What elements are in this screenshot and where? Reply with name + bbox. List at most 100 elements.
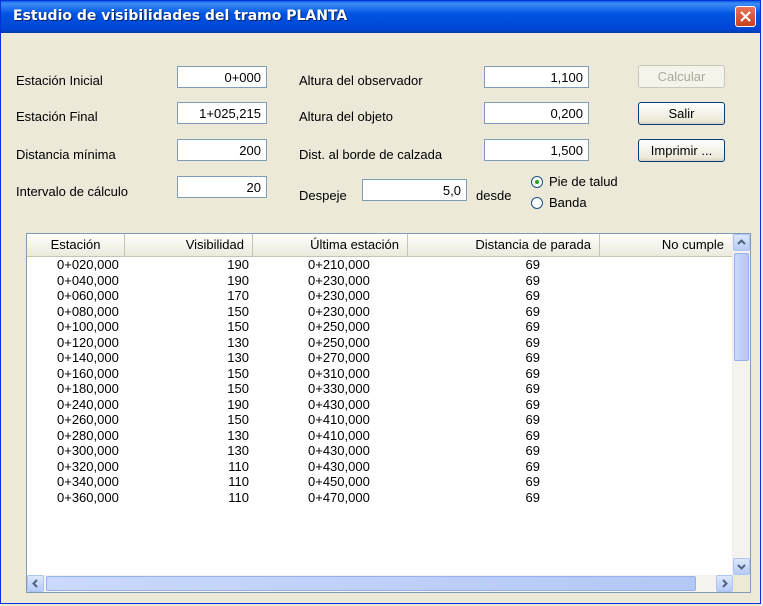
- cell-ultima-estacion-text: 0+270,000: [308, 350, 370, 365]
- cell-estacion: 0+180,000: [57, 381, 119, 396]
- chevron-left-icon: [32, 579, 38, 588]
- cell-estacion: 0+320,000: [57, 458, 119, 474]
- altura-observador-label: Altura del observador: [299, 73, 423, 88]
- scroll-left-button[interactable]: [27, 575, 44, 592]
- cell-distancia-parada: 69: [525, 350, 540, 365]
- list-rows: 0+020,000 190 0+210,000 69 0+040,000 190 0+230…: [27, 257, 733, 575]
- cell-distancia-parada: 69: [525, 443, 540, 458]
- table-row[interactable]: 0+360,000 110 0+470,000 69: [27, 490, 733, 506]
- table-row[interactable]: 0+020,000 190 0+210,000 69: [27, 257, 733, 273]
- radio-checked-icon[interactable]: [531, 175, 543, 188]
- calcular-button[interactable]: Calcular: [638, 65, 725, 88]
- horizontal-scrollbar[interactable]: [27, 575, 733, 592]
- table-row[interactable]: 0+040,000 190 0+230,000 69: [27, 273, 733, 289]
- radio-pie-de-talud-label: Pie de talud: [549, 174, 618, 189]
- cell-visibilidad: 170: [227, 288, 249, 303]
- dist-borde-label: Dist. al borde de calzada: [299, 147, 443, 162]
- cell-estacion: 0+040,000: [57, 272, 119, 288]
- table-row[interactable]: 0+160,000 150 0+310,000 69: [27, 366, 733, 382]
- cell-ultima-estacion-text: 0+310,000: [308, 365, 370, 381]
- scroll-up-button[interactable]: [733, 234, 750, 251]
- cell-no-cumple: [544, 428, 733, 444]
- table-row[interactable]: 0+240,000 190 0+430,000 69: [27, 397, 733, 413]
- cell-visibilidad: 130: [227, 443, 249, 458]
- distancia-minima-input[interactable]: [178, 140, 266, 160]
- altura-objeto-field[interactable]: [484, 102, 589, 124]
- desde-label: desde: [476, 188, 512, 203]
- column-header-ultima-estacion[interactable]: Última estación: [253, 234, 408, 256]
- cell-no-cumple: [544, 366, 733, 382]
- table-row[interactable]: 0+060,000 170 0+230,000 69: [27, 288, 733, 304]
- table-row[interactable]: 0+120,000 130 0+250,000 69: [27, 335, 733, 351]
- despeje-input[interactable]: [363, 180, 466, 200]
- table-row[interactable]: 0+280,000 130 0+410,000 69: [27, 428, 733, 444]
- estacion-final-field[interactable]: [177, 102, 267, 124]
- vertical-scroll-thumb[interactable]: [734, 253, 749, 361]
- column-header-no-cumple[interactable]: No cumple: [600, 234, 733, 256]
- table-row[interactable]: 0+320,000 110 0+430,000 69: [27, 459, 733, 475]
- cell-distancia-parada: 69: [525, 458, 540, 474]
- cell-no-cumple: [544, 397, 733, 413]
- cell-estacion: 0+120,000: [57, 334, 119, 350]
- estacion-inicial-input[interactable]: [178, 67, 266, 87]
- column-header-visibilidad[interactable]: Visibilidad: [125, 234, 253, 256]
- cell-no-cumple: [544, 381, 733, 397]
- results-list[interactable]: Estación Visibilidad Última estación Dis…: [26, 233, 751, 593]
- chevron-right-icon: [722, 579, 728, 588]
- cell-distancia-parada: 69: [525, 396, 540, 412]
- table-row[interactable]: 0+340,000 110 0+450,000 69: [27, 474, 733, 490]
- despeje-field[interactable]: [362, 179, 467, 201]
- cell-no-cumple: [544, 288, 733, 304]
- table-row[interactable]: 0+080,000 150 0+230,000 69: [27, 304, 733, 320]
- close-button[interactable]: [735, 6, 756, 27]
- altura-observador-input[interactable]: [485, 67, 588, 87]
- imprimir-button[interactable]: Imprimir ...: [638, 139, 725, 162]
- salir-button[interactable]: Salir: [638, 102, 725, 125]
- vertical-scrollbar[interactable]: [732, 234, 750, 575]
- cell-visibilidad: 130: [227, 334, 249, 350]
- cell-distancia-parada: 69: [525, 334, 540, 350]
- column-header-estacion[interactable]: Estación: [27, 234, 125, 256]
- column-header-distancia-parada[interactable]: Distancia de parada: [408, 234, 600, 256]
- cell-ultima-estacion-text: 0+230,000: [308, 303, 370, 319]
- cell-ultima-estacion: 0+450,000: [253, 474, 408, 490]
- radio-banda[interactable]: Banda: [531, 195, 587, 210]
- table-row[interactable]: 0+260,000 150 0+410,000 69: [27, 412, 733, 428]
- scroll-right-button[interactable]: [716, 575, 733, 592]
- cell-ultima-estacion: 0+470,000: [253, 490, 408, 506]
- table-row[interactable]: 0+140,000 130 0+270,000 69: [27, 350, 733, 366]
- distancia-minima-field[interactable]: [177, 139, 267, 161]
- cell-no-cumple: [544, 474, 733, 490]
- cell-no-cumple: [544, 350, 733, 366]
- altura-observador-field[interactable]: [484, 66, 589, 88]
- table-row[interactable]: 0+100,000 150 0+250,000 69: [27, 319, 733, 335]
- estacion-final-input[interactable]: [178, 103, 266, 123]
- estacion-inicial-field[interactable]: [177, 66, 267, 88]
- cell-ultima-estacion: 0+410,000: [253, 428, 408, 444]
- cell-visibilidad: 130: [227, 427, 249, 443]
- cell-ultima-estacion-text: 0+230,000: [308, 272, 370, 288]
- cell-ultima-estacion: 0+410,000: [253, 412, 408, 428]
- title-bar[interactable]: Estudio de visibilidades del tramo PLANT…: [1, 1, 760, 33]
- cell-estacion: 0+140,000: [57, 350, 119, 365]
- cell-visibilidad: 150: [227, 412, 249, 427]
- radio-pie-de-talud[interactable]: Pie de talud: [531, 174, 618, 189]
- table-row[interactable]: 0+180,000 150 0+330,000 69: [27, 381, 733, 397]
- cell-ultima-estacion: 0+430,000: [253, 397, 408, 413]
- cell-no-cumple: [544, 273, 733, 289]
- intervalo-input[interactable]: [178, 177, 266, 197]
- cell-ultima-estacion: 0+250,000: [253, 319, 408, 335]
- table-row[interactable]: 0+300,000 130 0+430,000 69: [27, 443, 733, 459]
- horizontal-scroll-thumb[interactable]: [46, 576, 696, 591]
- dist-borde-input[interactable]: [485, 140, 588, 160]
- cell-no-cumple: [544, 319, 733, 335]
- cell-distancia-parada: 69: [525, 319, 540, 334]
- scrollbar-corner: [733, 575, 750, 592]
- dist-borde-field[interactable]: [484, 139, 589, 161]
- radio-unchecked-icon[interactable]: [531, 196, 543, 209]
- altura-objeto-input[interactable]: [485, 103, 588, 123]
- intervalo-field[interactable]: [177, 176, 267, 198]
- cell-estacion: 0+080,000: [57, 303, 119, 319]
- scroll-down-button[interactable]: [733, 558, 750, 575]
- cell-no-cumple: [544, 412, 733, 428]
